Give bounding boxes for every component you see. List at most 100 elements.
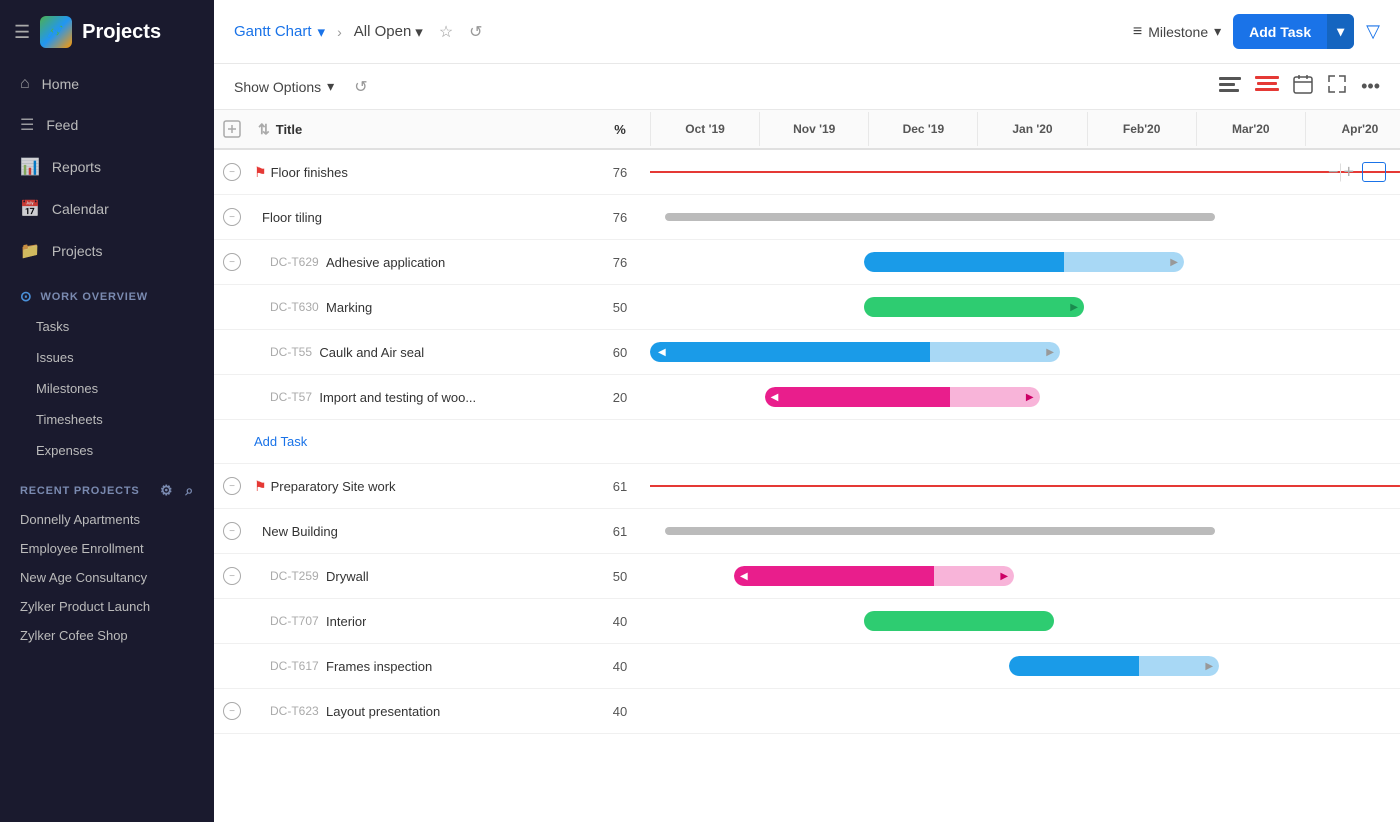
- row-pct: 76: [590, 210, 650, 225]
- row-title-cell: Floor tiling: [250, 202, 590, 233]
- row-title: Caulk and Air seal: [319, 345, 424, 360]
- row-title: Preparatory Site work: [271, 479, 396, 494]
- sub-timesheets[interactable]: Timesheets: [0, 404, 214, 435]
- app-title: Projects: [82, 21, 161, 44]
- recent-project-0[interactable]: Donnelly Apartments: [0, 505, 214, 534]
- sub-expenses[interactable]: Expenses: [0, 435, 214, 466]
- row-expand[interactable]: −: [214, 477, 250, 495]
- milestone-button[interactable]: ≡ Milestone ▾: [1133, 23, 1221, 41]
- recent-project-2[interactable]: New Age Consultancy: [0, 563, 214, 592]
- expand-button[interactable]: −: [223, 253, 241, 271]
- milestone-dropdown-icon[interactable]: ▾: [1214, 23, 1221, 40]
- sub-tasks[interactable]: Tasks: [0, 311, 214, 342]
- collapse-button[interactable]: −: [223, 208, 241, 226]
- sub-milestones[interactable]: Milestones: [0, 373, 214, 404]
- row-chart: [650, 599, 1400, 643]
- collapse-button[interactable]: −: [223, 477, 241, 495]
- month-oct19: Oct '19: [650, 112, 759, 146]
- gantt-container[interactable]: ⇅ Title % Oct '19 Nov '19 Dec '19 Jan '2…: [214, 110, 1400, 822]
- collapse-button[interactable]: −: [223, 522, 241, 540]
- row-expand[interactable]: −: [214, 163, 250, 181]
- nav-projects[interactable]: 📁 Projects: [0, 230, 214, 272]
- recent-project-1[interactable]: Employee Enrollment: [0, 534, 214, 563]
- collapse-button[interactable]: −: [223, 163, 241, 181]
- task-id: DC-T57: [270, 390, 315, 404]
- task-id: DC-T55: [270, 345, 315, 359]
- hamburger-icon[interactable]: ☰: [14, 22, 30, 43]
- topbar: Gantt Chart ▾ › All Open ▾ ☆ ↺ ≡ Milesto…: [214, 0, 1400, 64]
- recent-project-4[interactable]: Zylker Cofee Shop: [0, 621, 214, 650]
- undo-icon[interactable]: ↺: [354, 77, 367, 97]
- row-title: Interior: [326, 614, 366, 629]
- row-pct: 76: [590, 255, 650, 270]
- table-row: − ⚑ Floor finishes 76 − +: [214, 150, 1400, 195]
- row-minus[interactable]: −: [1328, 162, 1339, 183]
- gantt-lines-icon[interactable]: [1219, 75, 1241, 98]
- favorite-icon[interactable]: ☆: [439, 22, 453, 42]
- table-row: − New Building 61: [214, 509, 1400, 554]
- add-task-dropdown-icon[interactable]: ▾: [1327, 14, 1354, 49]
- row-expand[interactable]: −: [214, 522, 250, 540]
- row-expand[interactable]: −: [214, 208, 250, 226]
- expand-button[interactable]: −: [223, 567, 241, 585]
- row-title: Layout presentation: [326, 704, 440, 719]
- sub-issues[interactable]: Issues: [0, 342, 214, 373]
- sort-icon[interactable]: ⇅: [258, 121, 270, 138]
- recent-project-3[interactable]: Zylker Product Launch: [0, 592, 214, 621]
- toolbar: Show Options ▾ ↺: [214, 64, 1400, 110]
- allopen-dropdown-icon[interactable]: ▾: [415, 23, 423, 41]
- month-mar20: Mar'20: [1196, 112, 1305, 146]
- baselines-icon[interactable]: [1255, 75, 1279, 98]
- row-pct: 50: [590, 569, 650, 584]
- month-apr20: Apr'20: [1305, 112, 1400, 146]
- flag-icon: ⚑: [254, 164, 267, 181]
- reports-icon: 📊: [20, 157, 40, 177]
- row-expand[interactable]: −: [214, 702, 250, 720]
- nav-reports[interactable]: 📊 Reports: [0, 146, 214, 188]
- row-expand[interactable]: −: [214, 253, 250, 271]
- gantt-dropdown-icon[interactable]: ▾: [318, 23, 326, 41]
- nav-calendar[interactable]: 📅 Calendar: [0, 188, 214, 230]
- gantt-chart-button[interactable]: Gantt Chart ▾: [234, 23, 325, 41]
- expand-button[interactable]: −: [223, 702, 241, 720]
- calendar-view-icon[interactable]: [1293, 74, 1313, 99]
- row-title-cell: ⚑ Preparatory Site work: [250, 470, 590, 503]
- add-task-button[interactable]: Add Task ▾: [1233, 14, 1354, 49]
- row-title: Drywall: [326, 569, 369, 584]
- flag-icon: ⚑: [254, 478, 267, 495]
- add-task-row: Add Task: [214, 420, 1400, 464]
- refresh-icon[interactable]: ↺: [469, 22, 482, 42]
- pct-col-header: %: [590, 112, 650, 147]
- row-plus[interactable]: +: [1343, 162, 1354, 183]
- row-title: Adhesive application: [326, 255, 445, 270]
- table-row: DC-T707 Interior 40: [214, 599, 1400, 644]
- nav-home[interactable]: ⌂ Home: [0, 64, 214, 104]
- row-pct: 60: [590, 345, 650, 360]
- row-chart: ▶: [650, 240, 1400, 284]
- row-expand[interactable]: −: [214, 567, 250, 585]
- filter-recent-icon[interactable]: ⚙: [160, 482, 173, 499]
- expand-icon[interactable]: [1327, 74, 1347, 99]
- task-id: DC-T707: [270, 614, 322, 628]
- row-pct: 40: [590, 614, 650, 629]
- row-title-cell: New Building: [250, 516, 590, 547]
- row-pct: 20: [590, 390, 650, 405]
- task-id: DC-T623: [270, 704, 322, 718]
- filter-icon[interactable]: ▽: [1366, 21, 1380, 42]
- add-task-link[interactable]: Add Task: [254, 434, 307, 449]
- nav-feed[interactable]: ☰ Feed: [0, 104, 214, 146]
- row-expand-btn[interactable]: [1362, 162, 1386, 182]
- row-title: Frames inspection: [326, 659, 432, 674]
- gantt-table: ⇅ Title % Oct '19 Nov '19 Dec '19 Jan '2…: [214, 110, 1400, 734]
- table-row: − DC-T623 Layout presentation 40: [214, 689, 1400, 734]
- row-pct: 61: [590, 479, 650, 494]
- show-options-button[interactable]: Show Options ▾: [234, 78, 334, 95]
- row-title: New Building: [262, 524, 338, 539]
- all-open-button[interactable]: All Open ▾: [354, 23, 423, 41]
- row-title-cell: DC-T57 Import and testing of woo...: [250, 382, 590, 413]
- more-options-icon[interactable]: •••: [1361, 76, 1380, 97]
- search-recent-icon[interactable]: ⌕: [185, 482, 194, 499]
- month-headers: Oct '19 Nov '19 Dec '19 Jan '20 Feb'20 M…: [650, 112, 1400, 146]
- recent-projects-label: RECENT PROJECTS ⚙ ⌕: [0, 466, 214, 505]
- row-chart: ▶: [650, 644, 1400, 688]
